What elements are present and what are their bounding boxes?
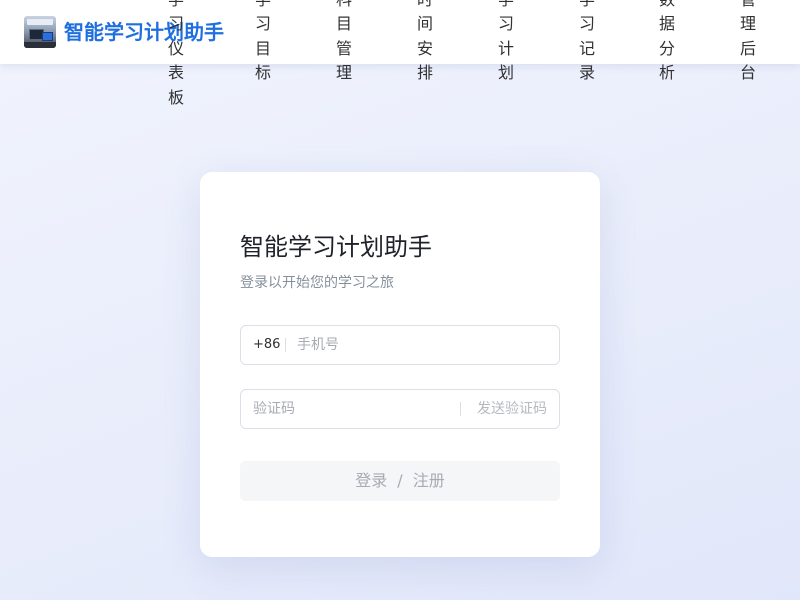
login-label: 登录 (355, 471, 388, 490)
send-code-divider (460, 402, 461, 416)
nav-item-records[interactable]: 学习记录 (578, 0, 596, 86)
top-navbar: 智能学习计划助手 学习仪表板 学习目标 科目管理 时间安排 学习计划 学习记录 … (0, 0, 800, 107)
login-register-separator: / (397, 471, 403, 490)
login-card: 智能学习计划助手 登录以开始您的学习之旅 +86 发送验证码 登录 / 注册 (200, 172, 600, 557)
login-register-button[interactable]: 登录 / 注册 (240, 461, 560, 501)
nav-item-analytics[interactable]: 数据分析 (658, 0, 676, 86)
country-code-prefix[interactable]: +86 (253, 326, 280, 364)
register-label: 注册 (412, 471, 445, 490)
nav-item-admin[interactable]: 管理后台 (739, 0, 757, 86)
login-title: 智能学习计划助手 (240, 233, 432, 261)
verification-code-input[interactable] (253, 390, 453, 428)
code-input-group: 发送验证码 (240, 389, 560, 429)
brand-title: 智能学习计划助手 (64, 20, 224, 44)
login-subtitle: 登录以开始您的学习之旅 (240, 275, 394, 291)
nav-item-dashboard[interactable]: 学习仪表板 (167, 0, 185, 110)
logo-image (24, 16, 56, 48)
send-code-button[interactable]: 发送验证码 (477, 390, 547, 428)
nav-item-goals[interactable]: 学习目标 (254, 0, 272, 86)
nav-item-schedule[interactable]: 时间安排 (416, 0, 434, 86)
phone-input-group: +86 (240, 325, 560, 365)
nav-item-plans[interactable]: 学习计划 (497, 0, 515, 86)
nav-item-subjects[interactable]: 科目管理 (335, 0, 353, 86)
phone-input[interactable] (297, 326, 547, 364)
prefix-divider (285, 338, 286, 352)
